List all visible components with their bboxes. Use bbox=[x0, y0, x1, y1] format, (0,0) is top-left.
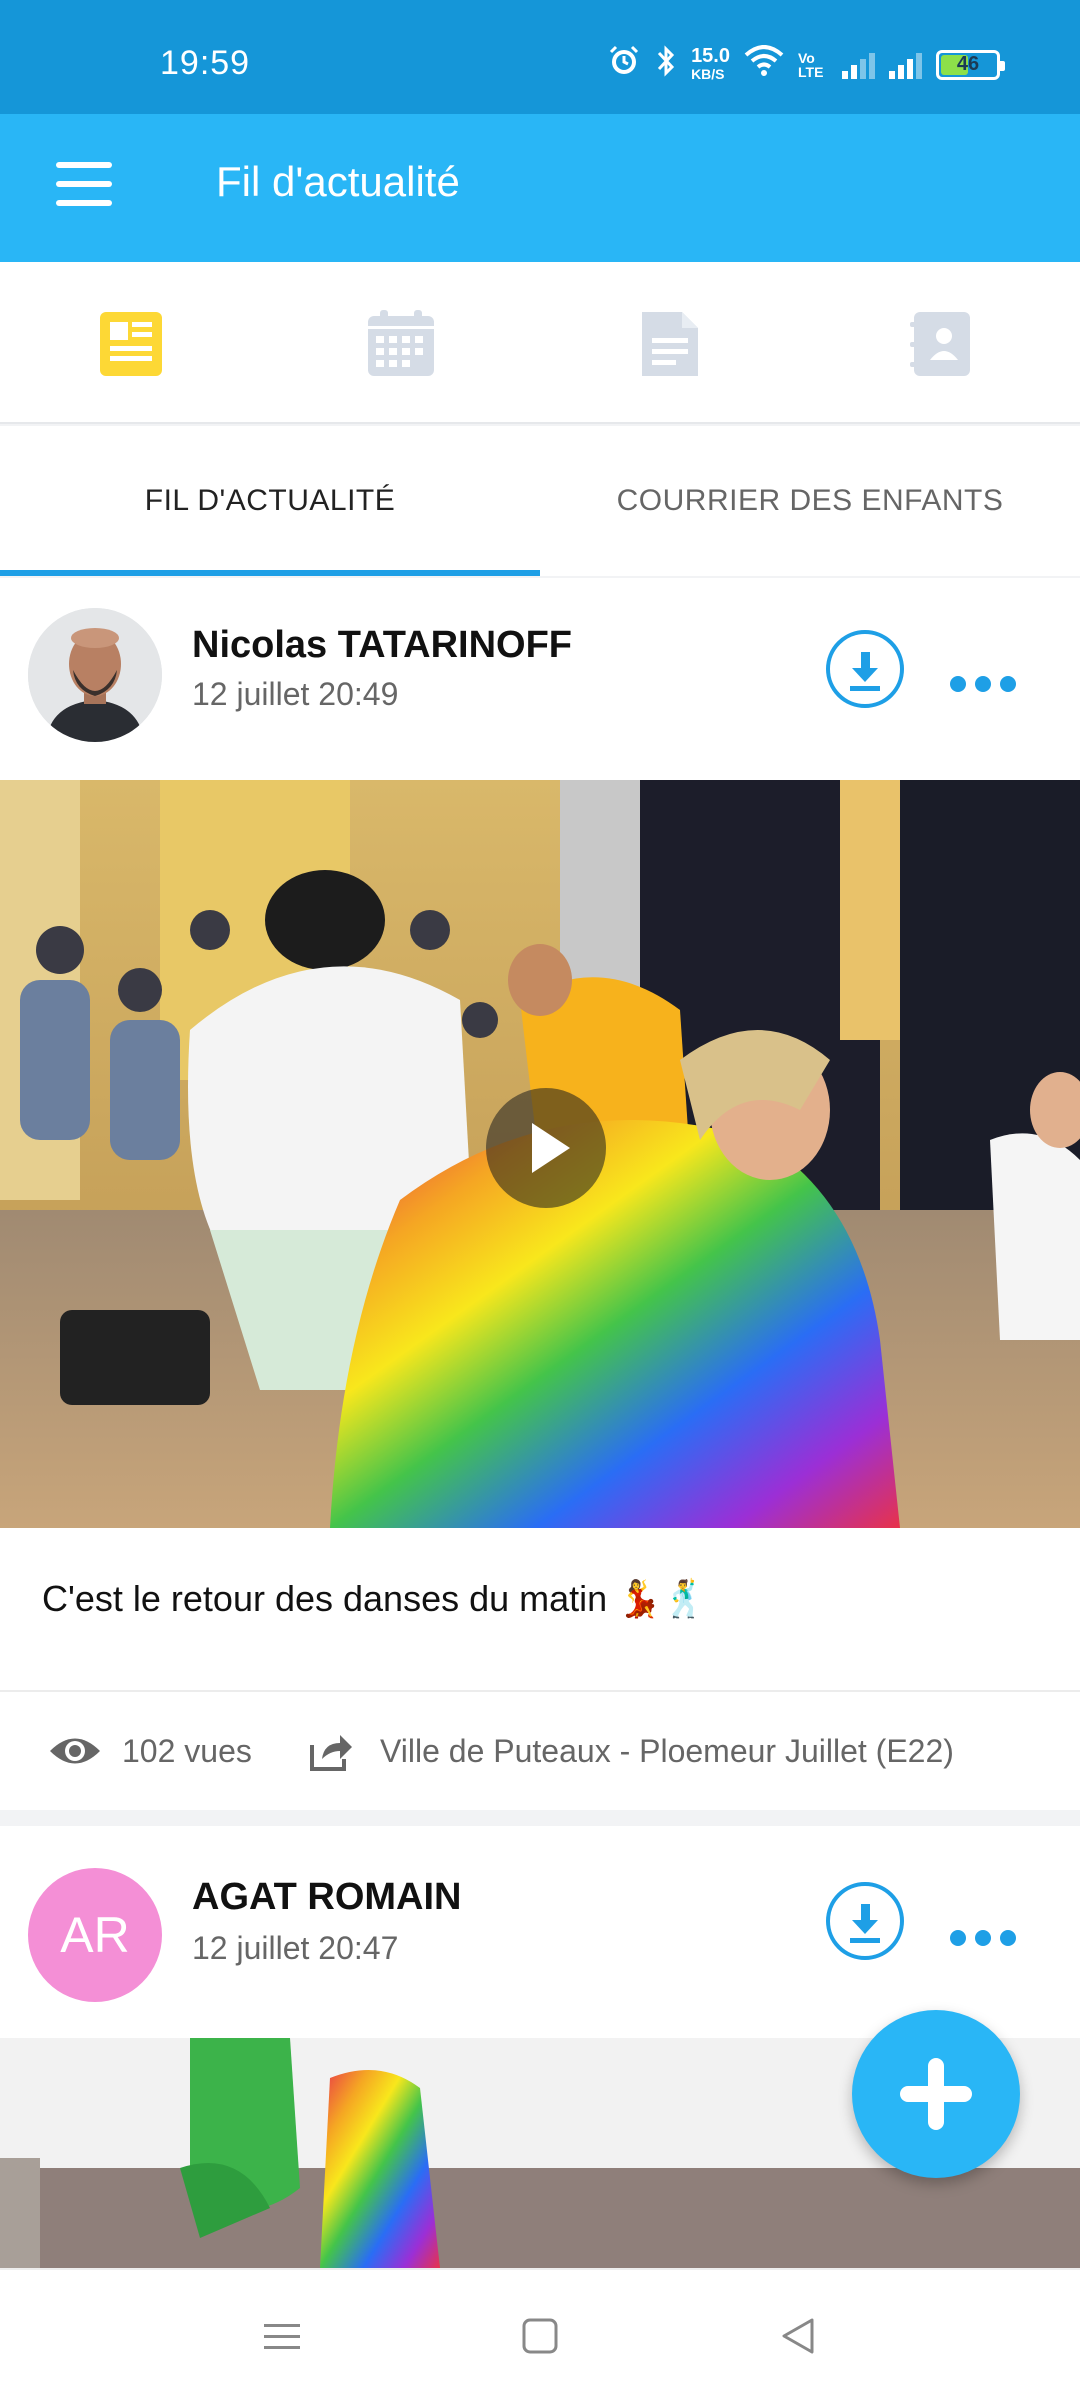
hamburger-menu-icon[interactable] bbox=[56, 162, 112, 206]
alarm-icon bbox=[607, 44, 641, 85]
page-title: Fil d'actualité bbox=[216, 158, 460, 205]
post-date: 12 juillet 20:49 bbox=[192, 676, 399, 712]
post-stats: 102 vues Ville de Puteaux - Ploemeur Jui… bbox=[0, 1692, 1080, 1810]
group-stat: Ville de Puteaux - Ploemeur Juillet (E22… bbox=[308, 1731, 954, 1771]
group-name: Ville de Puteaux - Ploemeur Juillet (E22… bbox=[380, 1732, 954, 1769]
avatar[interactable]: AR bbox=[28, 1868, 162, 2002]
download-button[interactable] bbox=[826, 630, 904, 708]
app-bar: Fil d'actualité bbox=[0, 114, 1080, 262]
post-author[interactable]: AGAT ROMAIN bbox=[192, 1876, 462, 1919]
post-video[interactable] bbox=[0, 780, 1080, 1528]
menu-nav-icon[interactable] bbox=[260, 2314, 304, 2358]
post-date: 12 juillet 20:47 bbox=[192, 1930, 399, 1966]
tab-indicator bbox=[0, 570, 540, 576]
status-bar: 19:59 15.0 KB/S Vo LTE 46 bbox=[0, 0, 1080, 114]
net-speed-unit: KB/S bbox=[691, 65, 725, 82]
net-speed-value: 15.0 bbox=[691, 44, 730, 67]
add-post-button[interactable] bbox=[852, 2010, 1020, 2178]
back-nav-icon[interactable] bbox=[776, 2314, 820, 2358]
eye-icon bbox=[50, 1738, 100, 1764]
signal-icon bbox=[842, 51, 875, 79]
post-card: Nicolas TATARINOFF 12 juillet 20:49 C'es… bbox=[0, 578, 1080, 1810]
share-icon bbox=[310, 1735, 352, 1771]
net-speed: 15.0 KB/S bbox=[691, 44, 730, 83]
download-button[interactable] bbox=[826, 1882, 904, 1960]
views-stat: 102 vues bbox=[48, 1733, 252, 1770]
status-icons: 15.0 KB/S Vo LTE 46 bbox=[607, 44, 1005, 85]
wifi-icon bbox=[744, 45, 784, 84]
play-button[interactable] bbox=[486, 1088, 606, 1208]
calendar-icon[interactable] bbox=[366, 308, 436, 380]
post-caption: C'est le retour des danses du matin 💃🕺 bbox=[42, 1578, 707, 1619]
battery-icon: 46 bbox=[936, 49, 1005, 80]
system-nav-bar bbox=[0, 2268, 1080, 2400]
contacts-book-icon[interactable] bbox=[906, 308, 976, 380]
download-icon bbox=[850, 652, 880, 691]
more-options-icon[interactable] bbox=[950, 674, 1016, 694]
status-time: 19:59 bbox=[160, 44, 251, 82]
tab-courrier-enfants[interactable]: COURRIER DES ENFANTS bbox=[540, 426, 1080, 576]
home-nav-icon[interactable] bbox=[518, 2314, 562, 2358]
bluetooth-icon bbox=[655, 44, 677, 85]
tab-fil-actualite[interactable]: FIL D'ACTUALITÉ bbox=[0, 426, 540, 576]
post-author[interactable]: Nicolas TATARINOFF bbox=[192, 624, 572, 667]
volte-badge: Vo LTE bbox=[798, 49, 824, 80]
battery-level: 46 bbox=[956, 53, 980, 75]
more-options-icon[interactable] bbox=[950, 1928, 1016, 1948]
avatar[interactable] bbox=[28, 608, 162, 742]
download-icon bbox=[850, 1904, 880, 1943]
views-count: 102 vues bbox=[122, 1732, 252, 1769]
document-icon[interactable] bbox=[636, 308, 706, 380]
news-feed-icon[interactable] bbox=[96, 308, 166, 380]
tab-bar: FIL D'ACTUALITÉ COURRIER DES ENFANTS bbox=[0, 426, 1080, 576]
section-icon-bar bbox=[0, 262, 1080, 424]
signal-icon-2 bbox=[889, 51, 922, 79]
